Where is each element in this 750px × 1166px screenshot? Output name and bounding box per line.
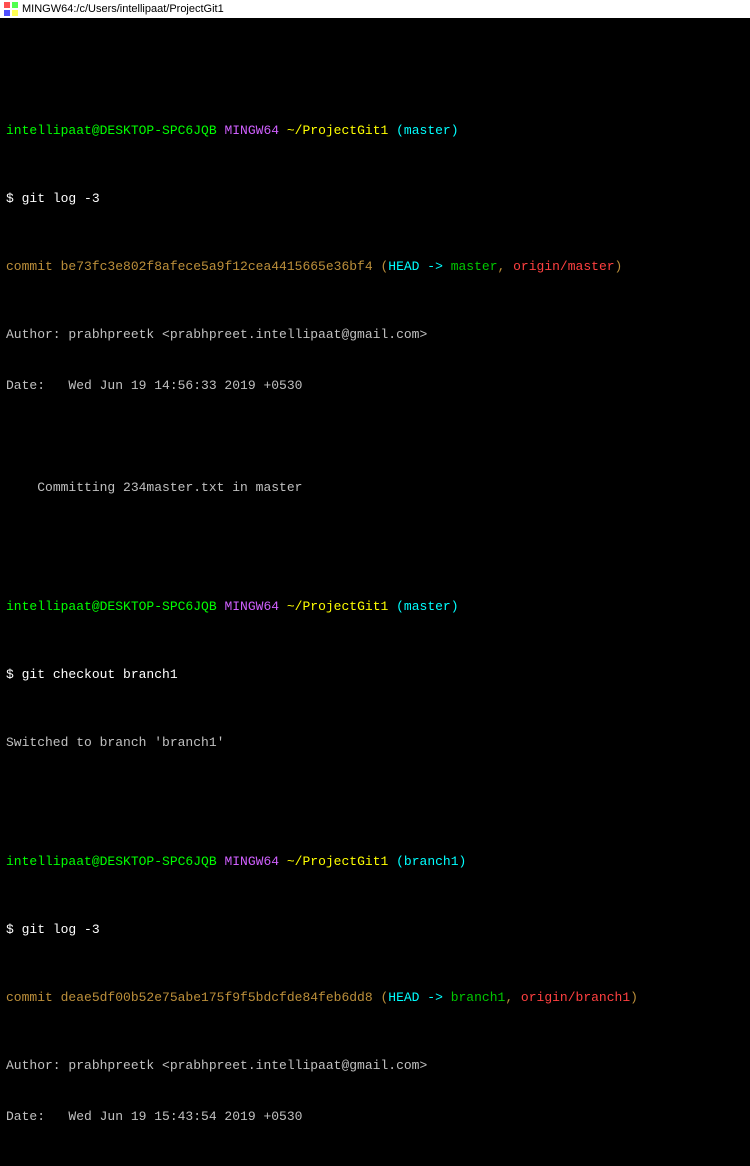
command-line: $ git checkout branch1 bbox=[6, 666, 744, 683]
window-title: MINGW64:/c/Users/intellipaat/ProjectGit1 bbox=[22, 1, 224, 18]
date-line: Date: Wed Jun 19 14:56:33 2019 +0530 bbox=[6, 377, 744, 394]
prompt-env: MINGW64 bbox=[224, 123, 279, 138]
ref-origin-branch1: origin/branch1 bbox=[521, 990, 630, 1005]
ref-master: master bbox=[451, 259, 498, 274]
ref-branch1: branch1 bbox=[451, 990, 506, 1005]
commit-prefix: commit bbox=[6, 259, 53, 274]
checkout-output: Switched to branch 'branch1' bbox=[6, 734, 744, 751]
prompt-user: intellipaat@DESKTOP-SPC6JQB bbox=[6, 123, 217, 138]
command-text: git log -3 bbox=[14, 191, 100, 206]
ref-origin-master: origin/master bbox=[513, 259, 614, 274]
command-text: git checkout branch1 bbox=[14, 667, 178, 682]
prompt-dollar: $ bbox=[6, 191, 14, 206]
commit-line: commit be73fc3e802f8afece5a9f12cea441566… bbox=[6, 258, 744, 275]
prompt-branch: (master) bbox=[396, 123, 458, 138]
date-line: Date: Wed Jun 19 15:43:54 2019 +0530 bbox=[6, 1108, 744, 1125]
prompt-line: intellipaat@DESKTOP-SPC6JQB MINGW64 ~/Pr… bbox=[6, 122, 744, 139]
app-icon bbox=[4, 2, 18, 16]
command-line: $ git log -3 bbox=[6, 190, 744, 207]
terminal[interactable]: intellipaat@DESKTOP-SPC6JQB MINGW64 ~/Pr… bbox=[0, 18, 750, 1166]
head-ref: HEAD -> bbox=[388, 259, 450, 274]
command-line: $ git log -3 bbox=[6, 921, 744, 938]
commit-message: Committing 234master.txt in master bbox=[6, 479, 744, 496]
commit-hash: be73fc3e802f8afece5a9f12cea4415665e36bf4 bbox=[53, 259, 373, 274]
prompt-path: ~/ProjectGit1 bbox=[287, 123, 388, 138]
author-line: Author: prabhpreetk <prabhpreet.intellip… bbox=[6, 326, 744, 343]
prompt-branch: (branch1) bbox=[396, 854, 466, 869]
command-text: git log -3 bbox=[14, 922, 100, 937]
commit-hash: deae5df00b52e75abe175f9f5bdcfde84feb6dd8 bbox=[53, 990, 373, 1005]
prompt-line: intellipaat@DESKTOP-SPC6JQB MINGW64 ~/Pr… bbox=[6, 853, 744, 870]
prompt-line: intellipaat@DESKTOP-SPC6JQB MINGW64 ~/Pr… bbox=[6, 598, 744, 615]
window-title-bar: MINGW64:/c/Users/intellipaat/ProjectGit1 bbox=[0, 0, 750, 18]
commit-line: commit deae5df00b52e75abe175f9f5bdcfde84… bbox=[6, 989, 744, 1006]
author-line: Author: prabhpreetk <prabhpreet.intellip… bbox=[6, 1057, 744, 1074]
